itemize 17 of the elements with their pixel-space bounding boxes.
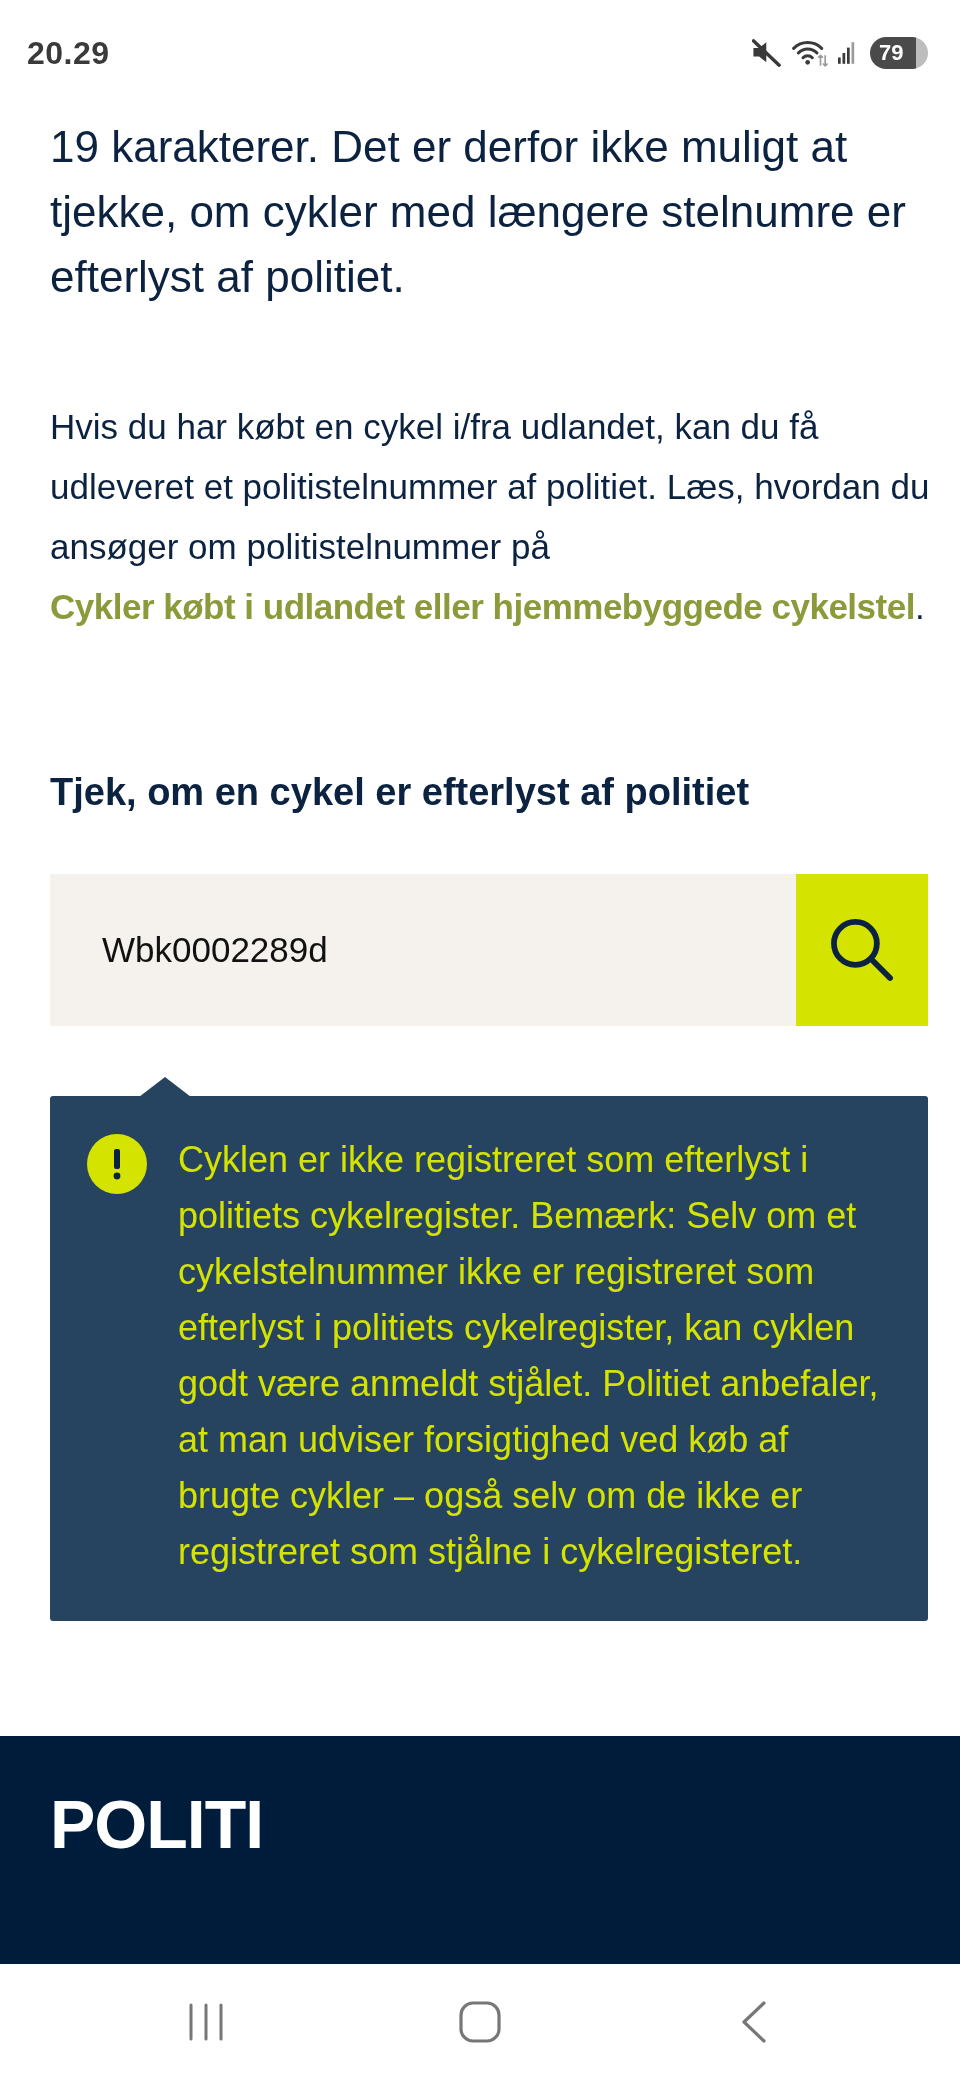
logo: POLITI (50, 1794, 264, 1854)
recent-apps-icon[interactable] (188, 2002, 224, 2042)
exclamation-icon (87, 1134, 147, 1194)
search-icon (829, 917, 895, 983)
result-message: Cyklen er ikke registreret som efterlyst i politiets cykelregister. Bemærk: Selv om et cykelstelnummer ikke er registreret som efterlyst i politiets cykelregister, kan cyklen godt være anmeldt stjålet. Politiet anbefaler, at man udviser forsigtighed ved køb af brugte cykler – også selv om de ikke er registreret som stjålne i cykelregisteret. (178, 1138, 880, 1574)
body-paragraph: Hvis du har købt en cykel i/fra udlandet, kan du få udleveret et politistelnummer af politiet. Læs, hvordan du ansøger om politistelnummer på Cykler købt i udlandet eller hjemmebyggede cykelstel. (50, 406, 930, 628)
signal-icon (838, 41, 856, 65)
status-time: 20.29 (27, 34, 110, 72)
battery-indicator: 79 (870, 37, 928, 69)
back-icon[interactable] (741, 2001, 767, 2043)
mute-icon (752, 39, 782, 67)
home-icon[interactable] (459, 2001, 501, 2043)
search-button[interactable] (796, 874, 928, 1026)
search-field[interactable]: Wbk0002289d (50, 874, 796, 1026)
section-heading: Tjek, om en cykel er efterlyst af politiet (50, 772, 751, 812)
wifi-icon (792, 39, 828, 67)
body-paragraph: 19 karakterer. Det er derfor ikke muligt at tjekke, om cykler med længere stelnumre er efterlyst af politiet. (50, 121, 907, 303)
